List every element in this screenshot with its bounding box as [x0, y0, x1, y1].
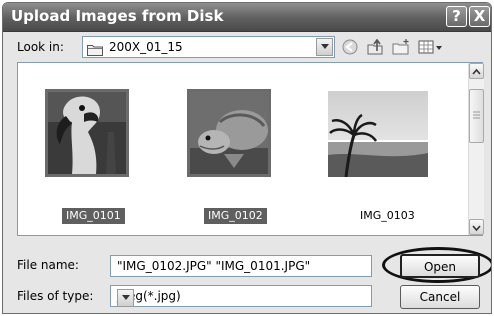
file-name-field-label: File name: — [17, 258, 79, 272]
file-thumbnail[interactable] — [328, 91, 428, 177]
scroll-up-button[interactable] — [469, 63, 484, 79]
parrot-image — [48, 92, 126, 174]
file-name-input[interactable]: "IMG_0102.JPG" "IMG_0101.JPG" — [110, 255, 372, 277]
scroll-thumb[interactable] — [469, 89, 484, 143]
vertical-scrollbar[interactable] — [468, 63, 484, 235]
scroll-down-button[interactable] — [469, 219, 484, 235]
look-in-value: 200X_01_15 — [109, 40, 183, 54]
chevron-down-icon[interactable] — [316, 38, 333, 56]
file-type-dropdown[interactable]: jpeg(*.jpg) — [110, 285, 372, 307]
close-button[interactable]: X — [469, 6, 490, 27]
up-folder-icon[interactable] — [365, 37, 385, 57]
back-icon[interactable] — [340, 37, 360, 57]
file-name-value: "IMG_0102.JPG" "IMG_0101.JPG" — [117, 259, 311, 273]
new-folder-icon[interactable] — [391, 37, 411, 57]
folder-icon — [87, 41, 103, 56]
look-in-dropdown[interactable]: 200X_01_15 — [82, 36, 335, 58]
help-button[interactable]: ? — [446, 6, 467, 27]
file-thumbnail[interactable] — [187, 89, 271, 177]
upload-dialog: Upload Images from Disk ? X Look in: 200… — [2, 2, 492, 314]
look-in-label: Look in: — [17, 40, 64, 54]
chevron-down-icon — [472, 225, 481, 232]
tortoise-image — [190, 92, 268, 174]
file-list[interactable]: IMG_0101 IMG_0102 IMG_0103 — [17, 62, 484, 236]
file-type-field-label: Files of type: — [17, 289, 94, 303]
file-name-label[interactable]: IMG_0103 — [356, 208, 419, 224]
chevron-up-icon — [472, 68, 481, 75]
cancel-button[interactable]: Cancel — [400, 285, 480, 309]
file-thumbnail[interactable] — [45, 89, 129, 177]
beach-image — [328, 91, 428, 177]
file-name-label[interactable]: IMG_0102 — [204, 208, 267, 224]
file-name-label[interactable]: IMG_0101 — [62, 208, 125, 224]
chevron-down-icon[interactable] — [117, 289, 134, 307]
dialog-title: Upload Images from Disk — [11, 7, 224, 25]
title-bar[interactable]: Upload Images from Disk ? X — [3, 3, 491, 32]
view-menu-icon[interactable] — [417, 37, 443, 57]
open-button[interactable]: Open — [400, 254, 480, 278]
